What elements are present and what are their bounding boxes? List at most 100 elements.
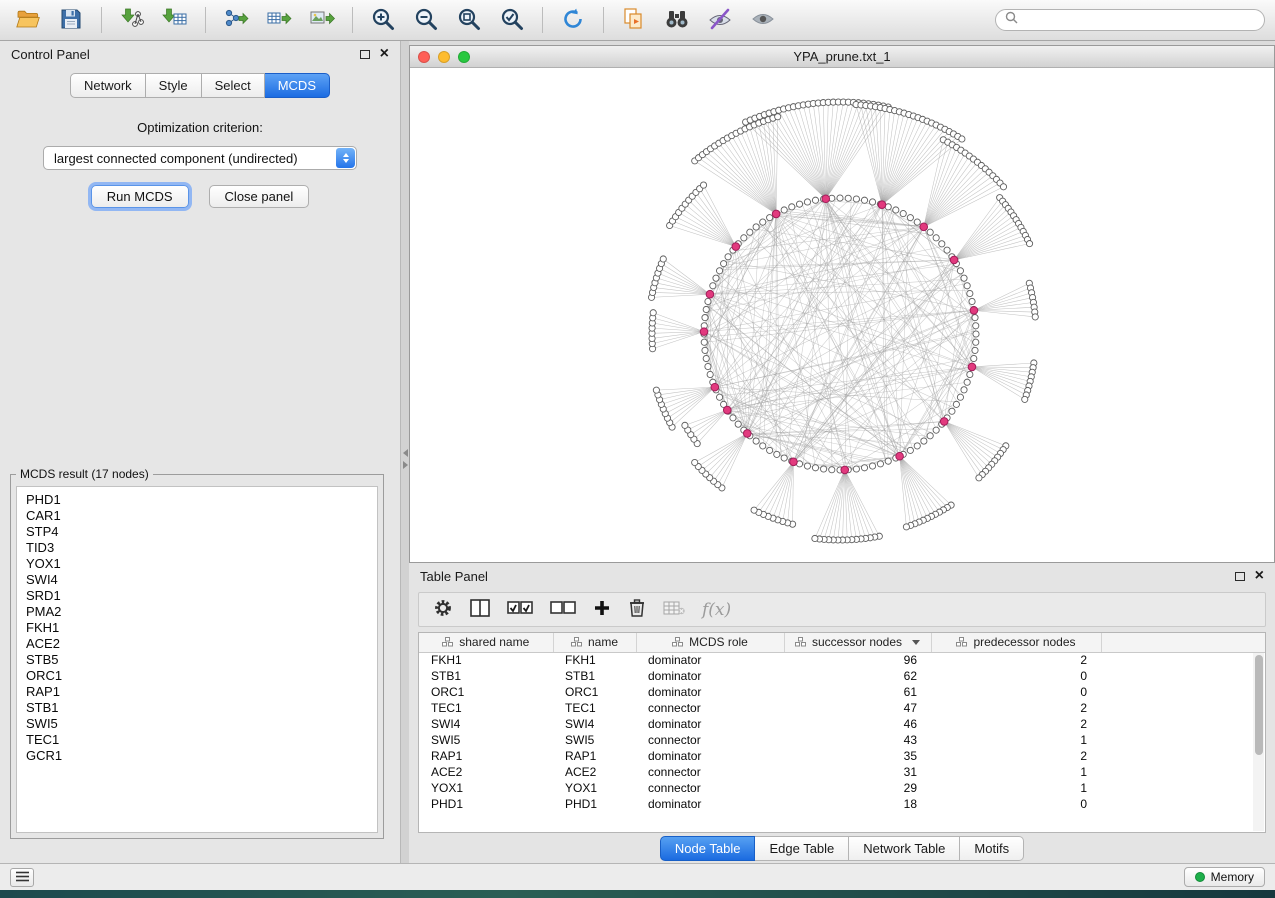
network-node[interactable] xyxy=(705,363,711,369)
network-node[interactable] xyxy=(959,136,965,142)
network-node[interactable] xyxy=(885,458,891,464)
mcds-result-item[interactable]: RAP1 xyxy=(26,684,368,700)
panel-splitter[interactable] xyxy=(401,41,409,863)
dominator-node[interactable] xyxy=(772,210,780,218)
close-window-icon[interactable] xyxy=(418,51,430,63)
network-node[interactable] xyxy=(735,421,741,427)
scrollbar-thumb[interactable] xyxy=(1255,655,1263,755)
import-table-button[interactable] xyxy=(157,4,193,36)
table-row[interactable]: FKH1FKH1dominator962 xyxy=(419,652,1265,668)
network-node[interactable] xyxy=(973,323,979,329)
network-node[interactable] xyxy=(710,283,716,289)
network-node[interactable] xyxy=(804,463,810,469)
zoom-selected-button[interactable] xyxy=(494,4,530,36)
network-node[interactable] xyxy=(702,347,708,353)
network-node[interactable] xyxy=(760,219,766,225)
control-panel-close-button[interactable]: × xyxy=(380,48,389,60)
save-session-button[interactable] xyxy=(53,4,89,36)
zoom-fit-button[interactable] xyxy=(451,4,487,36)
column-header-MCDS-role[interactable]: MCDS role xyxy=(636,633,784,652)
network-node[interactable] xyxy=(829,467,835,473)
network-node[interactable] xyxy=(767,447,773,453)
mcds-result-item[interactable]: PHD1 xyxy=(26,492,368,508)
network-node[interactable] xyxy=(903,524,909,530)
network-node[interactable] xyxy=(702,315,708,321)
mcds-result-item[interactable]: TEC1 xyxy=(26,732,368,748)
network-node[interactable] xyxy=(972,347,978,353)
mcds-result-item[interactable]: SWI5 xyxy=(26,716,368,732)
close-panel-button[interactable]: Close panel xyxy=(209,185,310,208)
network-node[interactable] xyxy=(730,415,736,421)
network-node[interactable] xyxy=(812,535,818,541)
dominator-node[interactable] xyxy=(723,406,731,414)
mcds-result-item[interactable]: CAR1 xyxy=(26,508,368,524)
network-node[interactable] xyxy=(1026,240,1032,246)
network-node[interactable] xyxy=(775,114,781,120)
network-node[interactable] xyxy=(869,199,875,205)
table-row[interactable]: SWI5SWI5connector431 xyxy=(419,732,1265,748)
network-node[interactable] xyxy=(653,387,659,393)
network-node[interactable] xyxy=(967,290,973,296)
export-table-button[interactable] xyxy=(261,4,297,36)
network-node[interactable] xyxy=(821,466,827,472)
table-row[interactable]: STB1STB1dominator620 xyxy=(419,668,1265,684)
show-hide-button[interactable] xyxy=(745,4,781,36)
network-node[interactable] xyxy=(969,298,975,304)
network-node[interactable] xyxy=(971,355,977,361)
network-node[interactable] xyxy=(796,201,802,207)
network-node[interactable] xyxy=(703,355,709,361)
select-all-button[interactable] xyxy=(507,601,533,618)
network-node[interactable] xyxy=(781,455,787,461)
network-node[interactable] xyxy=(812,465,818,471)
control-panel-float-button[interactable] xyxy=(360,50,370,59)
search-input[interactable] xyxy=(1024,13,1255,27)
column-header-shared-name[interactable]: shared name xyxy=(419,633,553,652)
refresh-layout-button[interactable] xyxy=(555,4,591,36)
tab-mcds[interactable]: MCDS xyxy=(265,73,330,98)
network-node[interactable] xyxy=(774,451,780,457)
network-window-titlebar[interactable]: YPA_prune.txt_1 xyxy=(410,46,1274,68)
network-node[interactable] xyxy=(716,268,722,274)
network-node[interactable] xyxy=(721,261,727,267)
network-node[interactable] xyxy=(700,182,706,188)
show-column-button[interactable] xyxy=(470,599,490,620)
mcds-result-item[interactable]: SWI4 xyxy=(26,572,368,588)
network-node[interactable] xyxy=(1032,314,1038,320)
mcds-result-item[interactable]: STB5 xyxy=(26,652,368,668)
network-node[interactable] xyxy=(927,433,933,439)
dominator-node[interactable] xyxy=(970,307,978,315)
dominator-node[interactable] xyxy=(878,201,886,209)
dominator-node[interactable] xyxy=(790,458,798,466)
network-node[interactable] xyxy=(1000,184,1006,190)
table-row[interactable]: SWI4SWI4dominator462 xyxy=(419,716,1265,732)
dominator-node[interactable] xyxy=(732,243,740,251)
mcds-result-item[interactable]: STB1 xyxy=(26,700,368,716)
maximize-window-icon[interactable] xyxy=(458,51,470,63)
dominator-node[interactable] xyxy=(711,383,719,391)
network-node[interactable] xyxy=(967,371,973,377)
tab-style[interactable]: Style xyxy=(146,73,202,98)
zoom-out-button[interactable] xyxy=(408,4,444,36)
network-node[interactable] xyxy=(907,447,913,453)
zoom-in-button[interactable] xyxy=(365,4,401,36)
network-node[interactable] xyxy=(933,235,939,241)
network-node[interactable] xyxy=(767,215,773,221)
network-node[interactable] xyxy=(921,438,927,444)
network-node[interactable] xyxy=(853,196,859,202)
network-canvas[interactable] xyxy=(410,68,1274,563)
network-node[interactable] xyxy=(705,298,711,304)
network-node[interactable] xyxy=(900,210,906,216)
table-panel-float-button[interactable] xyxy=(1235,572,1245,581)
dominator-node[interactable] xyxy=(968,363,976,371)
dominator-node[interactable] xyxy=(822,195,830,203)
column-menu-icon[interactable] xyxy=(912,640,920,645)
network-node[interactable] xyxy=(753,224,759,230)
network-node[interactable] xyxy=(961,387,967,393)
tab-select[interactable]: Select xyxy=(202,73,265,98)
network-node[interactable] xyxy=(957,268,963,274)
network-node[interactable] xyxy=(944,247,950,253)
network-node[interactable] xyxy=(789,204,795,210)
network-node[interactable] xyxy=(747,229,753,235)
network-node[interactable] xyxy=(713,275,719,281)
network-node[interactable] xyxy=(893,207,899,213)
